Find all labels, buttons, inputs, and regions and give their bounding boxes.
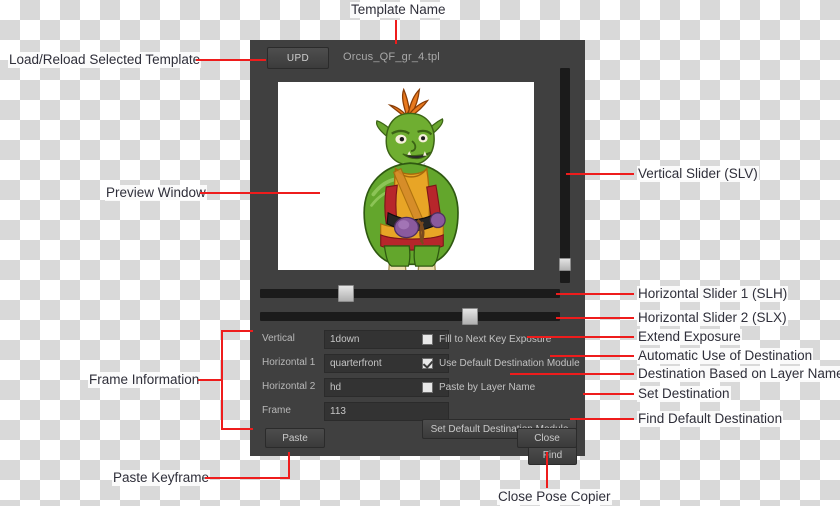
annotation-line-paste-keyframe-vertical xyxy=(288,452,290,478)
annotation-horizontal-slider-1: Horizontal Slider 1 (SLH) xyxy=(637,286,789,302)
annotation-find-default-destination: Find Default Destination xyxy=(637,411,784,427)
update-template-button[interactable]: UPD xyxy=(267,47,329,69)
horizontal-slider-1-slh[interactable] xyxy=(260,285,560,302)
annotation-automatic-use-of-destination: Automatic Use of Destination xyxy=(637,348,814,364)
annotation-line-find-default-destination xyxy=(570,418,634,420)
vertical-slider-slv[interactable] xyxy=(559,68,571,283)
annotation-preview-window: Preview Window xyxy=(105,185,207,201)
annotation-line-preview-window xyxy=(200,192,320,194)
field-label-frame: Frame xyxy=(262,405,291,416)
close-button[interactable]: Close xyxy=(517,428,577,448)
checkbox-label-use-default-destination-module: Use Default Destination Module xyxy=(439,357,580,369)
horizontal-slider-1-handle[interactable] xyxy=(338,285,354,302)
annotation-line-close-pose-copier xyxy=(546,452,548,488)
template-name-label: Orcus_QF_gr_4.tpl xyxy=(343,51,440,63)
horizontal-slider-2-handle[interactable] xyxy=(462,308,478,325)
annotation-line-paste-keyframe xyxy=(205,477,290,479)
orc-character-illustration xyxy=(363,87,459,270)
annotation-line-extend-exposure xyxy=(527,336,634,338)
annotation-destination-based-on-layer-name: Destination Based on Layer Name xyxy=(637,366,840,382)
dialog-title-row: UPD Orcus_QF_gr_4.tpl xyxy=(250,40,585,78)
horizontal-slider-2-slx[interactable] xyxy=(260,308,560,325)
vertical-slider-handle[interactable] xyxy=(559,258,571,271)
annotation-extend-exposure: Extend Exposure xyxy=(637,329,742,345)
annotation-line-vertical-slider xyxy=(566,173,634,175)
annotation-bracket-bottom-frame-information xyxy=(221,428,253,430)
annotation-line-horizontal-slider-1 xyxy=(556,293,634,295)
checkbox-row-use-default-destination-module[interactable]: Use Default Destination Module xyxy=(422,355,580,371)
checkbox-paste-by-layer-name[interactable] xyxy=(422,381,433,393)
field-label-horizontal-2: Horizontal 2 xyxy=(262,381,316,392)
paste-button[interactable]: Paste xyxy=(265,428,325,448)
pose-copier-dialog: UPD Orcus_QF_gr_4.tpl Vertical 1down Hor… xyxy=(250,40,585,465)
checkbox-row-fill-to-next-key-exposure[interactable]: Fill to Next Key Exposure xyxy=(422,331,551,347)
field-label-vertical: Vertical xyxy=(262,333,295,344)
checkbox-use-default-destination-module[interactable] xyxy=(422,357,433,369)
annotation-paste-keyframe: Paste Keyframe xyxy=(112,470,211,486)
annotation-vertical-slider: Vertical Slider (SLV) xyxy=(637,166,759,182)
annotation-close-pose-copier: Close Pose Copier xyxy=(497,489,612,505)
find-button[interactable]: Find xyxy=(528,445,577,465)
annotation-frame-information: Frame Information xyxy=(88,372,201,388)
annotation-line-frame-information xyxy=(198,379,222,381)
annotation-load-reload: Load/Reload Selected Template xyxy=(8,52,202,68)
annotation-bracket-frame-information xyxy=(221,330,223,430)
preview-window[interactable] xyxy=(278,82,534,270)
screenshot-root: UPD Orcus_QF_gr_4.tpl Vertical 1down Hor… xyxy=(0,0,840,506)
annotation-template-name: Template Name xyxy=(350,2,447,18)
annotation-line-set-destination xyxy=(583,393,634,395)
field-label-horizontal-1: Horizontal 1 xyxy=(262,357,316,368)
annotation-line-horizontal-slider-2 xyxy=(556,317,634,319)
annotation-line-load-reload xyxy=(196,59,266,61)
annotation-horizontal-slider-2: Horizontal Slider 2 (SLX) xyxy=(637,310,788,326)
annotation-line-template-name xyxy=(395,20,397,44)
annotation-set-destination: Set Destination xyxy=(637,386,731,402)
checkbox-row-paste-by-layer-name[interactable]: Paste by Layer Name xyxy=(422,379,535,395)
annotation-bracket-top-frame-information xyxy=(221,330,253,332)
annotation-line-destination-based-on-layer-name xyxy=(510,373,634,375)
annotation-line-automatic-use-of-destination xyxy=(550,355,634,357)
checkbox-fill-to-next-key-exposure[interactable] xyxy=(422,333,433,345)
checkbox-label-paste-by-layer-name: Paste by Layer Name xyxy=(439,381,536,393)
